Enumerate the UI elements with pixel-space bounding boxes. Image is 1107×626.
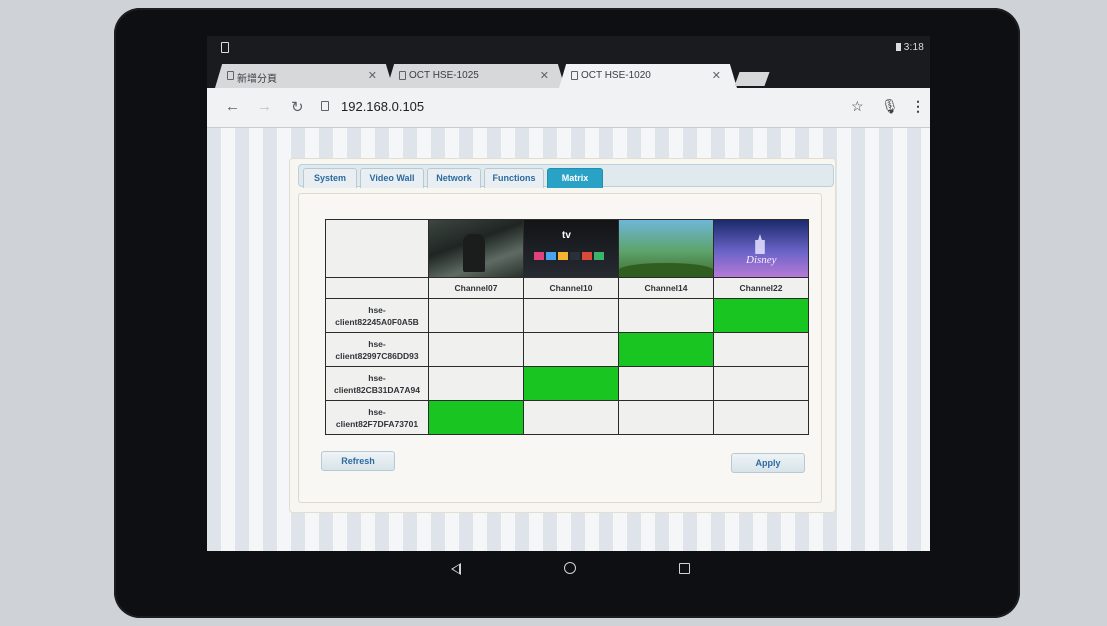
refresh-button[interactable]: Refresh xyxy=(321,451,395,471)
matrix-cell[interactable] xyxy=(523,298,619,333)
channel-thumbnail xyxy=(428,219,524,278)
thumbnail-row: tv Disney xyxy=(325,219,809,278)
matrix-cell[interactable] xyxy=(618,332,714,367)
client-row: hse-client82245A0F0A5B xyxy=(325,298,809,333)
channel-label: Channel22 xyxy=(713,277,809,299)
back-arrow-icon[interactable]: ← xyxy=(225,98,240,115)
matrix-cell[interactable] xyxy=(428,400,524,435)
castle-icon xyxy=(755,234,765,254)
channel-label: Channel14 xyxy=(618,277,714,299)
close-icon[interactable]: ✕ xyxy=(368,69,377,82)
corner-label-cell xyxy=(325,277,429,299)
matrix-cell[interactable] xyxy=(713,332,809,367)
tablet-screen: 3:18 新增分頁 ✕ OCT HSE-1025 ✕ OCT HSE-1020 … xyxy=(207,36,930,551)
client-row: hse-client82F7DFA73701 xyxy=(325,400,809,435)
matrix-cell[interactable] xyxy=(428,332,524,367)
android-nav-bar xyxy=(207,551,930,587)
reload-icon[interactable]: ↻ xyxy=(291,98,304,116)
page-tab-bar: System Video Wall Network Functions Matr… xyxy=(298,164,834,188)
page-icon xyxy=(399,71,406,80)
disney-logo: Disney xyxy=(746,254,777,266)
page-info-icon[interactable] xyxy=(321,101,329,111)
web-page: System Video Wall Network Functions Matr… xyxy=(207,128,930,551)
matrix-cell[interactable] xyxy=(713,298,809,333)
forward-arrow-icon[interactable]: → xyxy=(257,98,272,115)
address-bar[interactable]: 192.168.0.105 xyxy=(315,95,847,121)
channel-label-row: Channel07 Channel10 Channel14 Channel22 xyxy=(325,277,809,299)
browser-tab-hse1025[interactable]: OCT HSE-1025 ✕ xyxy=(387,64,565,88)
browser-toolbar: ← → ↻ 192.168.0.105 ☆ 🎙 ⋮ xyxy=(207,88,930,128)
matrix-cell[interactable] xyxy=(713,366,809,401)
channel-thumbnail: tv xyxy=(523,219,619,278)
more-vert-icon[interactable]: ⋮ xyxy=(911,98,925,115)
star-icon[interactable]: ☆ xyxy=(851,98,864,115)
channel-label: Channel10 xyxy=(523,277,619,299)
matrix-cell[interactable] xyxy=(618,298,714,333)
matrix-cell[interactable] xyxy=(428,298,524,333)
notification-icon xyxy=(221,42,229,53)
close-icon[interactable]: ✕ xyxy=(540,69,549,82)
matrix-cell[interactable] xyxy=(618,366,714,401)
tab-video-wall[interactable]: Video Wall xyxy=(360,168,424,188)
new-tab-button[interactable] xyxy=(734,72,770,86)
matrix-cell[interactable] xyxy=(618,400,714,435)
browser-tab-new[interactable]: 新增分頁 ✕ xyxy=(215,64,393,88)
tab-network[interactable]: Network xyxy=(427,168,481,188)
tab-matrix[interactable]: Matrix xyxy=(547,168,603,188)
status-bar: 3:18 xyxy=(207,36,930,60)
battery-icon xyxy=(895,43,901,51)
close-icon[interactable]: ✕ xyxy=(712,69,721,82)
apple-tv-thumbnail-image: tv xyxy=(524,220,618,277)
channel-label: Channel07 xyxy=(428,277,524,299)
client-row: hse-client82CB31DA7A94 xyxy=(325,366,809,401)
client-label: hse-client82997C86DD93 xyxy=(325,332,429,367)
matrix-container: tv Disney Channel07 Channel10 Channel14 … xyxy=(298,193,822,503)
cartoon-thumbnail-image xyxy=(619,220,713,277)
client-label: hse-client82F7DFA73701 xyxy=(325,400,429,435)
client-row: hse-client82997C86DD93 xyxy=(325,332,809,367)
browser-tab-strip: 新增分頁 ✕ OCT HSE-1025 ✕ OCT HSE-1020 ✕ xyxy=(207,60,930,88)
corner-cell xyxy=(325,219,429,278)
tab-functions[interactable]: Functions xyxy=(484,168,544,188)
apple-tv-logo: tv xyxy=(562,230,571,241)
status-clock: 3:18 xyxy=(895,42,924,53)
apply-button[interactable]: Apply xyxy=(731,453,805,473)
url-text[interactable]: 192.168.0.105 xyxy=(341,99,424,114)
matrix-cell[interactable] xyxy=(523,400,619,435)
game-thumbnail-image xyxy=(429,220,523,277)
page-icon xyxy=(227,71,234,80)
channel-thumbnail xyxy=(618,219,714,278)
channel-thumbnail: Disney xyxy=(713,219,809,278)
client-label: hse-client82245A0F0A5B xyxy=(325,298,429,333)
recents-icon[interactable] xyxy=(679,563,690,574)
settings-panel: System Video Wall Network Functions Matr… xyxy=(289,158,836,513)
matrix-cell[interactable] xyxy=(713,400,809,435)
page-icon xyxy=(571,71,578,80)
client-label: hse-client82CB31DA7A94 xyxy=(325,366,429,401)
matrix-table: tv Disney Channel07 Channel10 Channel14 … xyxy=(325,219,809,435)
matrix-cell[interactable] xyxy=(428,366,524,401)
back-icon[interactable] xyxy=(451,563,461,575)
disney-thumbnail-image: Disney xyxy=(714,220,808,277)
browser-tab-hse1020[interactable]: OCT HSE-1020 ✕ xyxy=(559,64,737,88)
mic-icon[interactable]: 🎙 xyxy=(881,98,899,115)
home-icon[interactable] xyxy=(564,562,576,574)
matrix-cell[interactable] xyxy=(523,332,619,367)
tab-system[interactable]: System xyxy=(303,168,357,188)
matrix-cell[interactable] xyxy=(523,366,619,401)
